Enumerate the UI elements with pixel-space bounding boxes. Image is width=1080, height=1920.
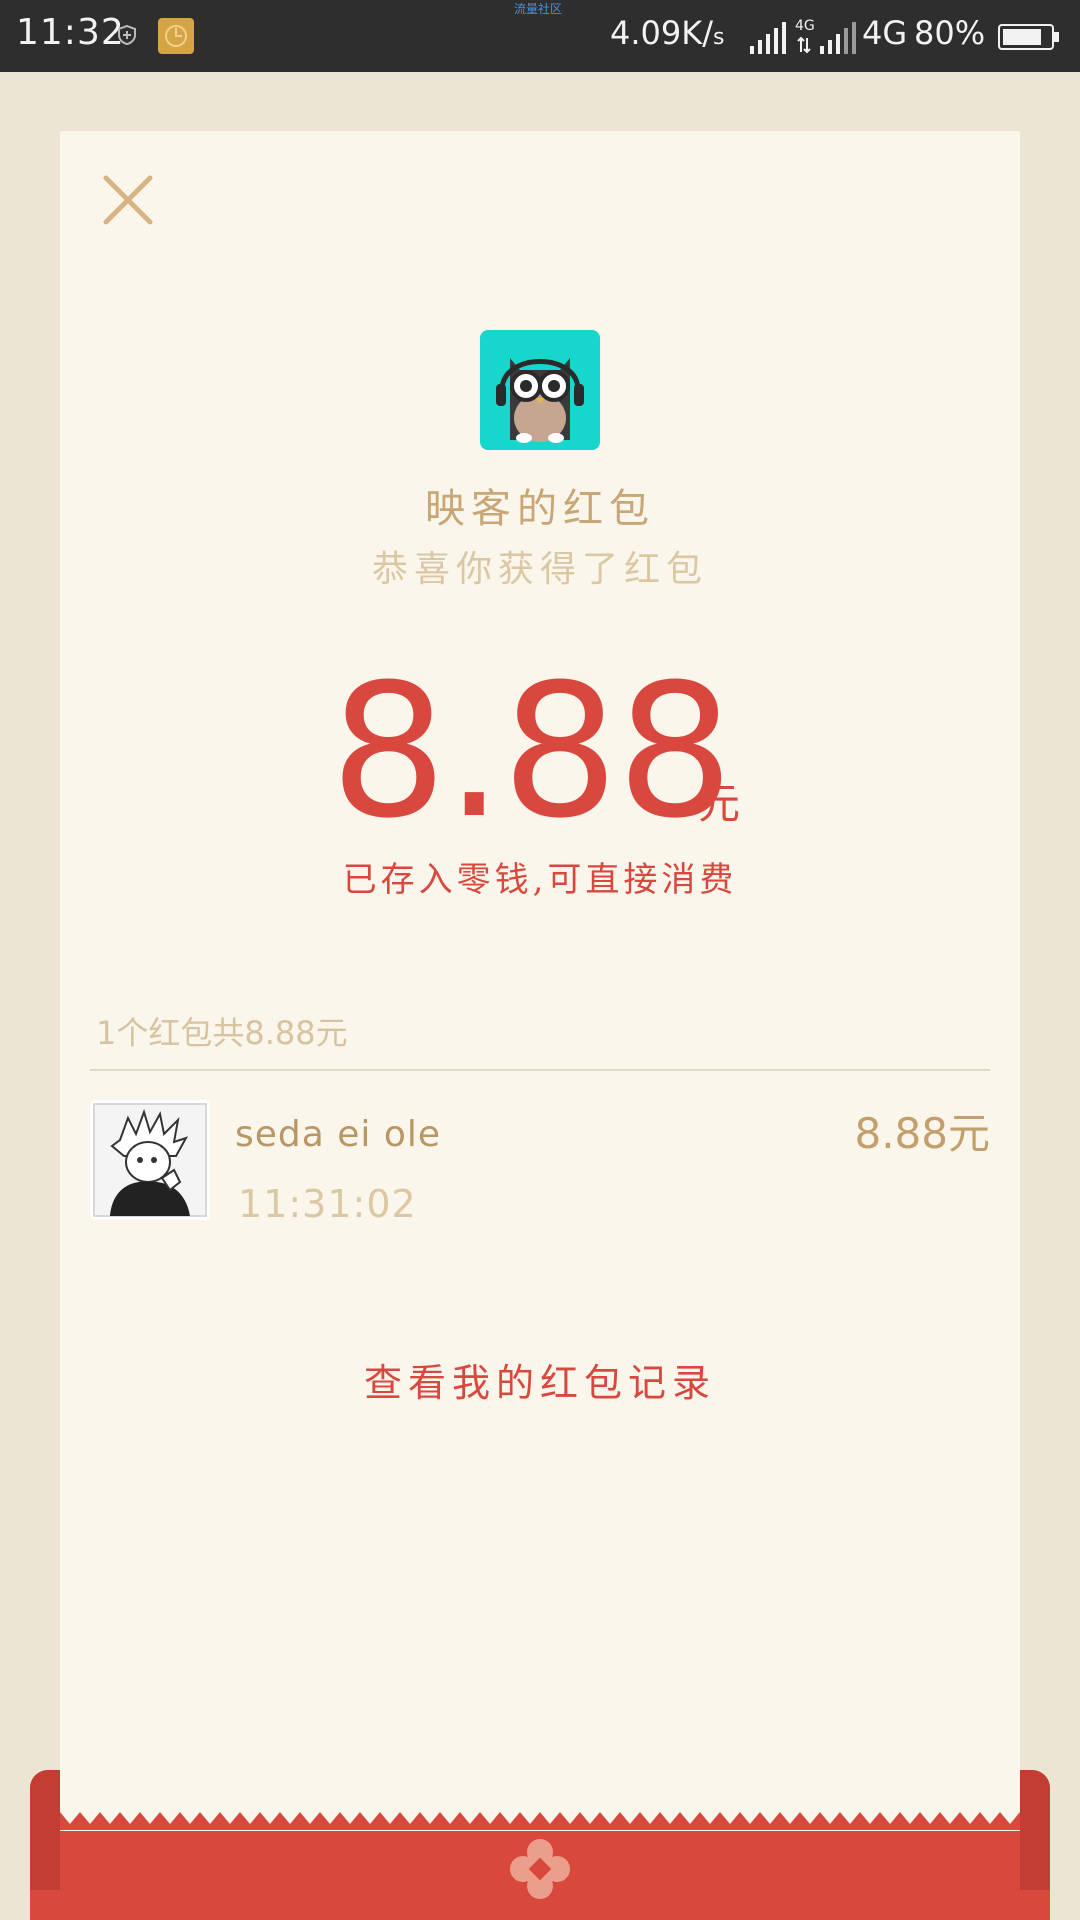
deposit-note: 已存入零钱,可直接消费 — [342, 860, 738, 900]
signal-icon-2 — [820, 22, 856, 54]
signal-icon — [750, 22, 786, 54]
avatar — [90, 1100, 210, 1220]
view-history-link[interactable]: 查看我的红包记录 — [0, 1352, 1080, 1407]
battery-icon — [998, 24, 1059, 50]
list-item[interactable]: seda ei ole 11:31:02 8.88元 — [90, 1100, 990, 1226]
received-amount: 8.88 — [330, 645, 734, 859]
envelope-flap-left — [30, 1770, 60, 1890]
close-icon[interactable] — [100, 172, 156, 228]
owl-logo-icon — [480, 330, 600, 450]
flower-icon — [510, 1839, 570, 1899]
claim-time: 11:31:02 — [238, 1182, 417, 1226]
amount-unit: 元 — [698, 779, 741, 828]
envelope-flap-right — [1020, 1770, 1050, 1890]
network-speed-value: 4.09K/ — [610, 14, 714, 52]
notification-app-icon — [158, 18, 194, 54]
network-speed: 4.09K/s — [610, 14, 724, 52]
claimer-name: seda ei ole — [235, 1114, 442, 1155]
status-bar: 11:32 流量社区 4.09K/s 4G 4G 80% — [0, 0, 1080, 72]
battery-percent: 80% — [914, 14, 986, 52]
zigzag-edge — [60, 1812, 1020, 1830]
data-arrows-icon — [797, 36, 811, 54]
divider — [90, 1069, 990, 1071]
network-speed-unit: s — [713, 25, 725, 50]
greeting-subtitle: 恭喜你获得了红包 — [371, 549, 708, 590]
sender-title: 映客的红包 — [425, 486, 655, 532]
network-type: 4G — [862, 14, 908, 52]
network-type-small: 4G — [795, 18, 815, 34]
shield-icon — [118, 24, 136, 46]
envelope-summary: 1个红包共8.88元 — [96, 1014, 348, 1052]
status-watermark: 流量社区 — [514, 2, 563, 16]
claim-amount: 8.88元 — [854, 1109, 990, 1158]
status-time: 11:32 — [16, 12, 125, 53]
